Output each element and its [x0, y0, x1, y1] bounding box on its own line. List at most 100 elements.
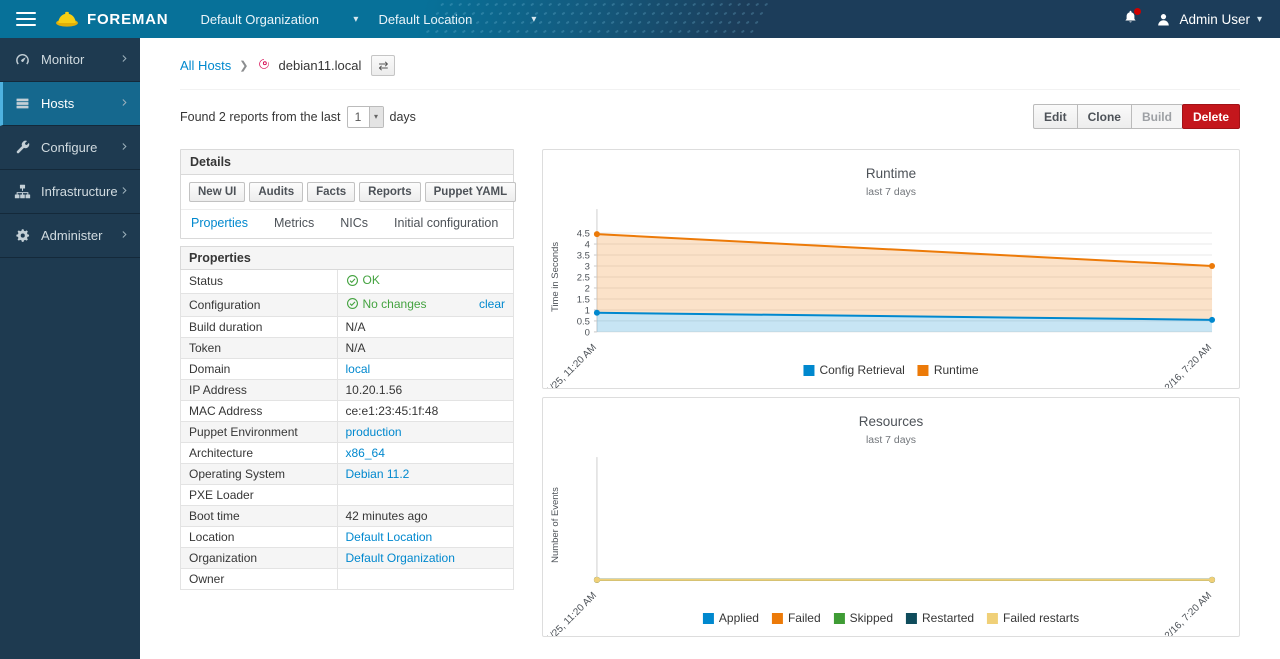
reports-button[interactable]: Reports [359, 182, 420, 202]
notifications-bell-icon[interactable] [1122, 9, 1139, 29]
property-link[interactable]: Default Organization [346, 551, 455, 565]
property-label: Boot time [181, 506, 338, 527]
facts-button[interactable]: Facts [307, 182, 355, 202]
svg-text:3.5: 3.5 [577, 251, 590, 262]
property-value: Default Organization [337, 548, 514, 569]
property-row: PXE Loader [181, 485, 514, 506]
found-reports-text: Found 2 reports from the last [180, 110, 341, 124]
legend-item-failed-restarts[interactable]: Failed restarts [987, 611, 1079, 625]
svg-text:Runtime: Runtime [866, 166, 916, 181]
property-row: LocationDefault Location [181, 527, 514, 548]
hamburger-menu-icon[interactable] [16, 8, 36, 30]
legend-item-restarted[interactable]: Restarted [906, 611, 974, 625]
host-action-buttons: Edit Clone Build Delete [1033, 104, 1240, 129]
audits-button[interactable]: Audits [249, 182, 303, 202]
property-label: Puppet Environment [181, 422, 338, 443]
sidebar-item-label: Hosts [41, 96, 119, 111]
property-row: Build durationN/A [181, 317, 514, 338]
property-row: Owner [181, 569, 514, 590]
foreman-brand[interactable]: FOREMAN [54, 8, 168, 31]
property-link[interactable]: local [346, 362, 371, 376]
property-label: Operating System [181, 464, 338, 485]
puppet-yaml-button[interactable]: Puppet YAML [425, 182, 516, 202]
property-label: Status [181, 270, 338, 294]
property-value: ce:e1:23:45:1f:48 [337, 401, 514, 422]
property-value: production [337, 422, 514, 443]
chevron-right-icon [119, 185, 130, 196]
svg-text:Number of Events: Number of Events [550, 487, 561, 563]
tab-metrics[interactable]: Metrics [274, 216, 314, 230]
foreman-logo-icon [54, 8, 80, 31]
svg-text:2.5: 2.5 [577, 272, 590, 283]
legend-swatch [906, 613, 917, 624]
property-label: Architecture [181, 443, 338, 464]
sidebar-item-configure[interactable]: Configure [0, 126, 140, 170]
location-dropdown[interactable]: Default Location ▾ [368, 0, 546, 38]
legend-item-runtime[interactable]: Runtime [918, 363, 979, 377]
new-ui-button[interactable]: New UI [189, 182, 245, 202]
details-panel: Details New UIAuditsFactsReportsPuppet Y… [180, 149, 514, 239]
build-button: Build [1131, 104, 1183, 129]
property-value [337, 569, 514, 590]
sidebar-item-hosts[interactable]: Hosts [0, 82, 140, 126]
svg-text:last 7 days: last 7 days [866, 435, 916, 446]
properties-table-body: StatusOKConfigurationNo changesclearBuil… [181, 270, 514, 590]
sidebar-item-administer[interactable]: Administer [0, 214, 140, 258]
runtime-chart: Runtimelast 7 daysTime in Seconds00.511.… [543, 150, 1239, 388]
property-value: 10.20.1.56 [337, 380, 514, 401]
chevron-down-icon: ▾ [531, 14, 536, 25]
property-label: Build duration [181, 317, 338, 338]
tab-nics[interactable]: NICs [340, 216, 368, 230]
property-label: IP Address [181, 380, 338, 401]
location-label: Default Location [378, 12, 472, 27]
svg-text:last 7 days: last 7 days [866, 187, 916, 198]
legend-swatch [987, 613, 998, 624]
check-circle-icon [346, 274, 359, 287]
tab-initial-configuration[interactable]: Initial configuration [394, 216, 498, 230]
details-panel-title: Details [181, 150, 513, 175]
edit-button[interactable]: Edit [1033, 104, 1078, 129]
chevron-down-icon: ▾ [1257, 14, 1262, 25]
breadcrumb-all-hosts-link[interactable]: All Hosts [180, 58, 231, 73]
sidebar-item-infrastructure[interactable]: Infrastructure [0, 170, 140, 214]
tab-properties[interactable]: Properties [191, 216, 248, 230]
property-value: No changesclear [337, 293, 514, 317]
svg-text:Resources: Resources [859, 414, 924, 429]
details-action-buttons: New UIAuditsFactsReportsPuppet YAML [181, 175, 513, 209]
organization-dropdown[interactable]: Default Organization ▾ [190, 0, 368, 38]
property-row: MAC Addressce:e1:23:45:1f:48 [181, 401, 514, 422]
toolbar: Found 2 reports from the last 1 ▾ days E… [180, 104, 1240, 129]
clear-link[interactable]: clear [479, 297, 505, 311]
property-link[interactable]: Default Location [346, 530, 433, 544]
user-menu[interactable]: Admin User ▾ [1155, 11, 1262, 28]
legend-item-skipped[interactable]: Skipped [834, 611, 893, 625]
property-row: Puppet Environment production [181, 422, 514, 443]
sitemap-icon [14, 183, 31, 200]
legend-item-applied[interactable]: Applied [703, 611, 759, 625]
host-switcher-button[interactable]: ⇄ [371, 55, 395, 76]
property-row: Domain local [181, 359, 514, 380]
sidebar-item-monitor[interactable]: Monitor [0, 38, 140, 82]
property-value: x86_64 [337, 443, 514, 464]
svg-text:3: 3 [585, 261, 590, 272]
sidebar-nav: Monitor Hosts Configure Infrastructure Admin… [0, 38, 140, 659]
clone-button[interactable]: Clone [1077, 104, 1132, 129]
property-label: Domain [181, 359, 338, 380]
resources-chart: Resourceslast 7 daysNumber of Events11/2… [543, 398, 1239, 636]
days-select[interactable]: 1 ▾ [347, 106, 384, 128]
property-link[interactable]: production [346, 425, 402, 439]
property-link[interactable]: Debian 11.2 [346, 467, 410, 481]
property-label: Configuration [181, 293, 338, 317]
legend-item-config-retrieval[interactable]: Config Retrieval [803, 363, 904, 377]
property-row: Boot time42 minutes ago [181, 506, 514, 527]
main-content: All Hosts ❯ debian11.local ⇄ Found 2 rep… [140, 38, 1280, 659]
sidebar-item-label: Infrastructure [41, 184, 119, 199]
legend-item-failed[interactable]: Failed [772, 611, 821, 625]
resources-chart-legend: Applied Failed Skipped Restarted Failed rest… [703, 611, 1079, 625]
delete-button[interactable]: Delete [1182, 104, 1240, 129]
property-row: Architecture x86_64 [181, 443, 514, 464]
legend-label: Applied [719, 611, 759, 625]
user-name: Admin User [1179, 12, 1250, 27]
resources-chart-panel: Resourceslast 7 daysNumber of Events11/2… [542, 397, 1240, 637]
property-link[interactable]: x86_64 [346, 446, 385, 460]
